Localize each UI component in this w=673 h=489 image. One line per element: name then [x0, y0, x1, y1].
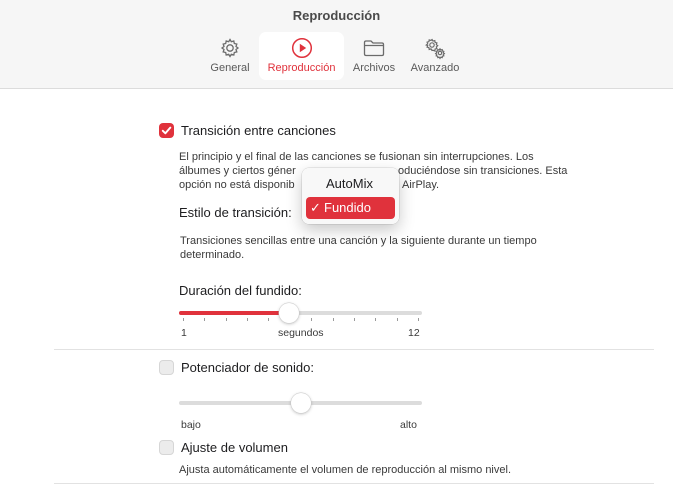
fade-duration-tick: [332, 318, 334, 321]
fade-duration-tick: [311, 318, 313, 321]
checkmark-icon: [161, 126, 172, 135]
sound-enhancer-label: Potenciador de sonido:: [181, 360, 314, 375]
fade-duration-tick: [247, 318, 249, 321]
toolbar: Reproducción General Reproducción Archiv…: [0, 0, 673, 89]
tab-reproduccion-label: Reproducción: [267, 62, 336, 74]
sound-check-label: Ajuste de volumen: [181, 440, 288, 455]
fade-duration-thumb[interactable]: [279, 303, 300, 323]
menu-item-fundido-label: Fundido: [324, 200, 371, 215]
gear-icon: [220, 38, 240, 58]
menu-item-automix[interactable]: AutoMix: [306, 173, 395, 195]
menu-item-fundido[interactable]: ✓ Fundido: [306, 197, 395, 219]
fade-duration-tick: [396, 318, 398, 321]
transition-style-menu: AutoMix ✓ Fundido: [302, 168, 399, 224]
crossfade-description-3a: opción no está disponib: [179, 179, 295, 191]
tab-avanzado-label: Avanzado: [410, 62, 460, 74]
fade-duration-tick: [268, 318, 270, 321]
bottom-divider: [54, 483, 654, 484]
sound-enhancer-min: bajo: [181, 419, 201, 431]
tab-reproduccion[interactable]: Reproducción: [259, 32, 344, 80]
play-circle-icon: [291, 37, 312, 59]
gears-icon: [425, 38, 446, 60]
checkmark-icon: ✓: [310, 200, 321, 215]
sound-check-checkbox[interactable]: [159, 440, 174, 455]
fade-duration-label: Duración del fundido:: [179, 283, 302, 298]
tab-general[interactable]: General: [202, 32, 258, 80]
fade-duration-tick: [204, 318, 206, 321]
folder-icon: [363, 40, 385, 57]
window-title: Reproducción: [292, 8, 381, 23]
sound-enhancer-checkbox[interactable]: [159, 360, 174, 375]
transition-style-label: Estilo de transición:: [179, 205, 292, 220]
fade-duration-tick: [183, 318, 184, 321]
sound-check-description: Ajusta automáticamente el volumen de rep…: [179, 464, 511, 476]
fade-duration-unit: segundos: [278, 327, 324, 339]
fade-duration-min: 1: [181, 327, 187, 339]
sound-enhancer-thumb[interactable]: [290, 393, 311, 413]
fade-duration-tick: [418, 318, 419, 321]
crossfade-description-2a: álbumes y ciertos géner: [179, 165, 296, 177]
playback-settings: Transición entre canciones El principio …: [0, 89, 673, 489]
sound-enhancer-max: alto: [400, 419, 417, 431]
tab-archivos[interactable]: Archivos: [346, 32, 402, 80]
fade-duration-max: 12: [408, 327, 420, 339]
tab-general-label: General: [210, 62, 250, 74]
fade-duration-fill: [179, 311, 290, 315]
crossfade-label: Transición entre canciones: [181, 123, 336, 138]
crossfade-description-3b: AirPlay.: [402, 179, 440, 191]
menu-item-automix-label: AutoMix: [326, 176, 373, 191]
fade-duration-tick: [375, 318, 377, 321]
fade-duration-slider[interactable]: [179, 311, 422, 315]
fade-duration-tick: [353, 318, 355, 321]
transition-style-help-2: determinado.: [180, 249, 245, 261]
crossfade-checkbox[interactable]: [159, 123, 174, 138]
transition-style-help-1: Transiciones sencillas entre una canción…: [180, 235, 537, 247]
tab-archivos-label: Archivos: [352, 62, 396, 74]
crossfade-description-2b: oduciéndose sin transiciones. Esta: [398, 165, 568, 177]
tab-avanzado[interactable]: Avanzado: [406, 32, 464, 80]
fade-duration-tick: [225, 318, 227, 321]
crossfade-description-1: El principio y el final de las canciones…: [179, 151, 534, 163]
section-divider: [54, 349, 654, 350]
